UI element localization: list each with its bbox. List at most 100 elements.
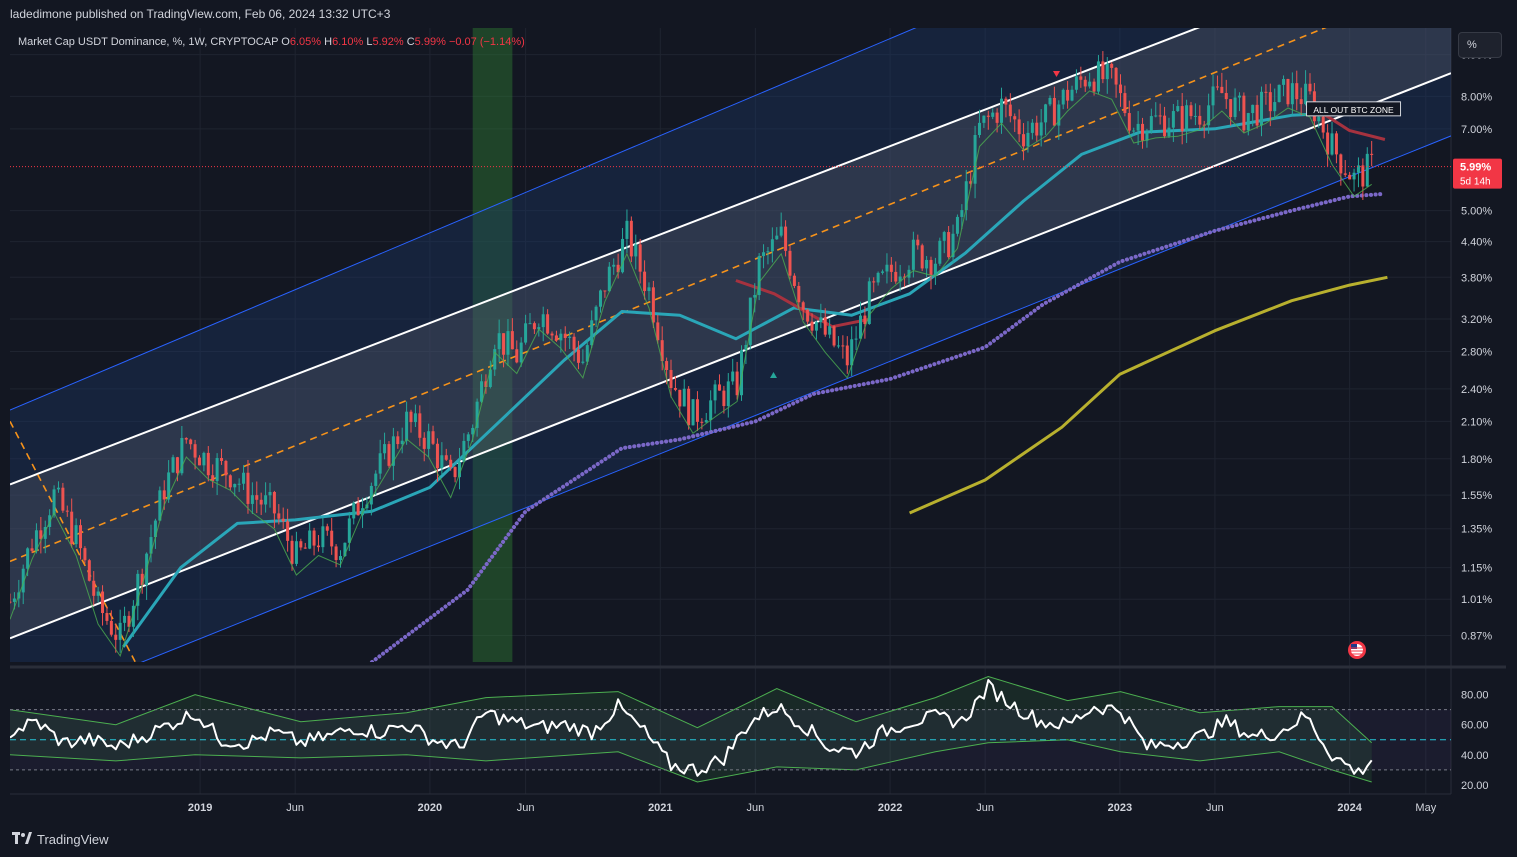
osc-tick-label: 60.00 (1461, 720, 1489, 732)
candle-body (339, 556, 343, 561)
candle-body (1321, 116, 1325, 133)
candle-body (1282, 79, 1286, 85)
legend-high: 6.10% (332, 36, 364, 48)
candle-body (819, 317, 823, 323)
candle-body (1114, 67, 1118, 85)
candle-body (202, 452, 206, 466)
candle-body (651, 287, 655, 323)
brand-name: TradingView (37, 832, 109, 847)
candle-body (784, 226, 788, 251)
candle-body (303, 547, 307, 549)
candle-body (299, 541, 303, 548)
candle-body (1304, 83, 1308, 105)
scale-unit-button[interactable]: % (1458, 32, 1502, 58)
annotation-label: ALL OUT BTC ZONE (1313, 105, 1394, 115)
candle-body (1022, 134, 1026, 147)
time-tick-label: Jun (1206, 802, 1224, 814)
candle-body (1070, 89, 1074, 101)
candle-body (449, 459, 453, 468)
candle-body (1163, 115, 1167, 137)
candle-body (255, 495, 259, 500)
candle-body (1176, 106, 1180, 112)
candle-body (858, 315, 862, 339)
candle-body (836, 345, 840, 347)
candle-body (1317, 116, 1321, 122)
candle-body (1105, 63, 1109, 80)
candle-body (731, 371, 735, 382)
candle-body (246, 472, 250, 504)
candle-body (700, 421, 704, 423)
candle-body (1061, 89, 1065, 105)
candle-body (510, 331, 514, 350)
candle-body (277, 513, 281, 519)
candle-body (1361, 165, 1365, 187)
candle-body (123, 615, 127, 623)
price-tick-label: 8.00% (1461, 91, 1492, 103)
price-tick-label: 1.80% (1461, 454, 1492, 466)
candle-body (171, 457, 175, 473)
candle-body (1251, 104, 1255, 114)
candle-body (1215, 86, 1219, 88)
candle-body (1044, 104, 1048, 123)
candle-body (607, 266, 611, 292)
candle-body (1004, 98, 1008, 105)
legend-open-label: O (281, 36, 290, 48)
candle-body (775, 235, 779, 240)
candle-body (572, 336, 576, 350)
candle-body (991, 112, 995, 117)
candle-body (1149, 116, 1153, 131)
candle-body (356, 502, 360, 516)
candle-body (1048, 97, 1052, 105)
candle-body (1370, 153, 1374, 155)
candle-body (801, 302, 805, 310)
candle-body (193, 444, 197, 458)
candle-body (109, 620, 113, 635)
legend-change: −0.07 (−1.14%) (448, 36, 525, 48)
candle-body (65, 510, 69, 512)
price-tick-label: 4.40% (1461, 237, 1492, 249)
price-tick-label: 2.10% (1461, 416, 1492, 428)
candle-body (634, 244, 638, 257)
candle-body (770, 239, 774, 252)
candle-body (911, 239, 915, 270)
candle-body (444, 455, 448, 460)
candle-body (599, 290, 603, 307)
countdown-label: 5d 14h (1460, 177, 1491, 188)
candle-body (594, 306, 598, 321)
candle-body (1123, 93, 1127, 114)
legend-close-label: C (406, 36, 415, 48)
candle-body (1110, 63, 1114, 68)
candle-body (1074, 76, 1078, 90)
candle-body (625, 220, 629, 239)
candle-body (863, 315, 867, 325)
candle-body (162, 490, 166, 500)
candle-body (286, 521, 290, 541)
candle-body (308, 530, 312, 549)
candle-body (576, 349, 580, 363)
candle-body (396, 436, 400, 445)
candle-body (1118, 84, 1122, 94)
candle-body (726, 381, 730, 407)
candle-body (1299, 99, 1303, 105)
candle-body (735, 371, 739, 396)
candle-body (378, 453, 382, 474)
candle-body (321, 526, 325, 548)
candle-body (678, 389, 682, 407)
legend-close: 5.99% (414, 36, 446, 48)
last-price-label: 5.99% (1460, 162, 1491, 174)
candle-body (1079, 76, 1083, 80)
candle-body (506, 331, 510, 355)
osc-tick-label: 40.00 (1461, 750, 1489, 762)
candle-body (673, 388, 677, 390)
candle-body (995, 112, 999, 123)
price-tick-label: 0.87% (1461, 630, 1492, 642)
price-tick-label: 1.55% (1461, 490, 1492, 502)
candle-body (872, 281, 876, 283)
price-chart[interactable]: 9.50%8.00%7.00%5.00%4.40%3.80%3.20%2.80%… (0, 0, 1517, 857)
candle-body (440, 455, 444, 469)
candle-body (1326, 132, 1330, 155)
candle-body (1308, 83, 1312, 92)
candle-body (1273, 102, 1277, 112)
candle-body (559, 333, 563, 341)
candle-body (1242, 95, 1246, 131)
